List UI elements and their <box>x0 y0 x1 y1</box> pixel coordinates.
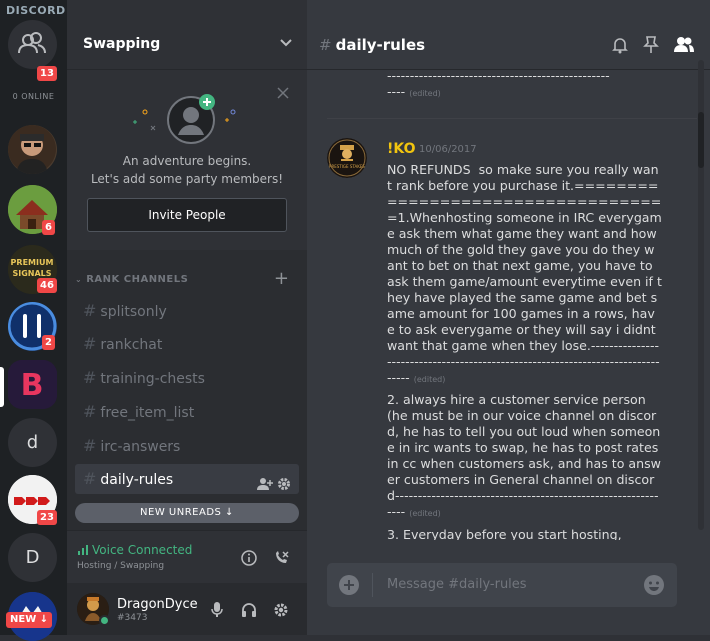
new-unreads-server-pill[interactable]: NEW ↓ <box>6 612 53 628</box>
add-channel-icon[interactable]: + <box>274 268 289 289</box>
online-status-dot <box>99 615 110 626</box>
hash-icon: # <box>83 368 97 387</box>
chevron-down-icon[interactable] <box>279 36 293 52</box>
channel-free-item-list[interactable]: # free_item_list <box>75 397 299 427</box>
edited-tag: (edited) <box>409 89 441 98</box>
paragraph-1-text: NO REFUNDS so make sure you really want … <box>387 162 662 385</box>
edited-tag: (edited) <box>413 375 446 384</box>
avatar-text: PRESTIGE STAKES <box>329 164 365 169</box>
voice-status-label: Voice Connected <box>92 543 193 557</box>
channel-irc-answers[interactable]: # irc-answers <box>75 431 299 461</box>
message-scrollbar[interactable] <box>698 60 704 530</box>
welcome-line-1: An adventure begins. <box>122 154 252 168</box>
member-list-icon[interactable] <box>673 36 695 58</box>
user-discriminator: #3473 <box>117 613 148 623</box>
hash-icon: # <box>319 36 332 54</box>
welcome-panel: An adventure begins. Let's add some part… <box>67 70 307 250</box>
channel-label: training-chests <box>100 371 205 387</box>
voice-connected-status: Voice Connected <box>77 543 192 557</box>
paragraph-2-text: 2. always hire a customer service person… <box>387 392 663 519</box>
welcome-line-2: Let's add some party members! <box>90 172 284 186</box>
channel-sidebar: Swapping An adventure begins. Let's add … <box>67 0 307 635</box>
emoji-icon[interactable] <box>643 574 665 600</box>
server-header[interactable]: Swapping <box>67 0 307 70</box>
server-list: DISCORD 13 0 ONLINE 6 PREMIUM SIGNALS 46 … <box>0 0 67 641</box>
channel-label: irc-answers <box>100 439 181 455</box>
chat-area: # daily-rules ---------------------------… <box>307 0 710 635</box>
channel-label: free_item_list <box>100 405 195 421</box>
message-paragraph-2: 2. always hire a customer service person… <box>387 392 662 522</box>
active-server-indicator <box>0 367 4 407</box>
svg-text:B: B <box>21 368 44 403</box>
message-divider <box>327 118 697 119</box>
username: DragonDyce <box>117 597 198 612</box>
server-icon-d-lower[interactable]: d <box>8 418 57 467</box>
info-icon[interactable] <box>241 550 257 570</box>
message-previous-tail: ----------------------------------------… <box>387 70 662 102</box>
edited-tag: (edited) <box>409 509 441 518</box>
hash-icon: # <box>83 402 97 421</box>
microphone-icon[interactable] <box>211 602 223 622</box>
channel-header: # daily-rules <box>307 0 710 70</box>
channel-rankchat[interactable]: # rankchat <box>75 329 299 359</box>
message-paragraph-1: NO REFUNDS so make sure you really want … <box>387 162 662 388</box>
channel-title-label: daily-rules <box>335 36 426 54</box>
upload-plus-icon[interactable] <box>339 575 359 599</box>
server-badge-3: 46 <box>37 278 57 293</box>
friends-icon <box>18 32 46 54</box>
bell-icon[interactable] <box>611 36 629 58</box>
hash-icon: # <box>83 334 97 353</box>
discord-logo: DISCORD <box>6 4 66 17</box>
signal-icon <box>78 545 88 555</box>
invite-people-button[interactable]: Invite People <box>87 198 287 232</box>
channel-title: # daily-rules <box>319 36 425 54</box>
message-timestamp: 10/06/2017 <box>419 144 477 155</box>
channel-label: daily-rules <box>100 472 174 488</box>
channel-training-chests[interactable]: # training-chests <box>75 363 299 393</box>
pin-icon[interactable] <box>643 36 659 58</box>
category-label: RANK CHANNELS <box>86 274 189 285</box>
message-author[interactable]: !KO <box>387 141 416 157</box>
dm-home-button[interactable] <box>8 20 57 69</box>
server-icon-b[interactable]: B <box>8 360 57 409</box>
user-panel: DragonDyce #3473 <box>67 583 307 635</box>
close-icon[interactable] <box>277 84 289 103</box>
channel-label: splitsonly <box>100 304 167 320</box>
message-paragraph-3: 3. Everyday before you start hosting, <box>387 527 622 540</box>
server-badge-4: 2 <box>42 335 55 350</box>
disconnect-call-icon[interactable] <box>273 550 289 570</box>
svg-text:PREMIUM: PREMIUM <box>11 258 54 267</box>
message-list: ----------------------------------------… <box>307 70 702 540</box>
message-author-avatar[interactable]: PRESTIGE STAKES <box>327 138 367 178</box>
hash-icon: # <box>83 469 97 488</box>
channel-daily-rules[interactable]: # daily-rules <box>75 464 299 494</box>
voice-status-panel: Voice Connected Hosting / Swapping <box>67 530 307 582</box>
online-count: 0 ONLINE <box>12 92 55 101</box>
scrollbar-thumb[interactable] <box>698 112 704 168</box>
channel-list: ⌄ RANK CHANNELS + # splitsonly # rankchat #… <box>67 250 307 530</box>
channel-splitsonly[interactable]: # splitsonly <box>75 296 299 326</box>
voice-channel-path: Hosting / Swapping <box>77 561 165 571</box>
channel-label: rankchat <box>100 337 163 353</box>
svg-text:SIGNALS: SIGNALS <box>12 269 51 278</box>
server-badge-2: 6 <box>42 220 55 235</box>
server-icon-1[interactable] <box>8 125 57 174</box>
server-badge-5: 23 <box>37 510 57 525</box>
settings-gear-icon[interactable] <box>273 602 289 622</box>
message-composer[interactable]: Message #daily-rules <box>327 563 677 607</box>
headphones-icon[interactable] <box>241 602 257 622</box>
message-input[interactable]: Message #daily-rules <box>387 577 527 592</box>
create-invite-icon[interactable] <box>257 472 273 502</box>
add-members-illustration-icon <box>125 90 245 154</box>
category-rank-channels[interactable]: ⌄ RANK CHANNELS <box>75 274 188 285</box>
dm-badge: 13 <box>37 66 57 81</box>
server-icon-d-upper[interactable]: D <box>8 533 57 582</box>
hash-icon: # <box>83 301 97 320</box>
new-unreads-button[interactable]: NEW UNREADS ↓ <box>75 503 299 523</box>
gear-icon[interactable] <box>277 472 291 502</box>
server-name: Swapping <box>83 36 161 52</box>
composer-divider <box>372 573 373 597</box>
hash-icon: # <box>83 436 97 455</box>
